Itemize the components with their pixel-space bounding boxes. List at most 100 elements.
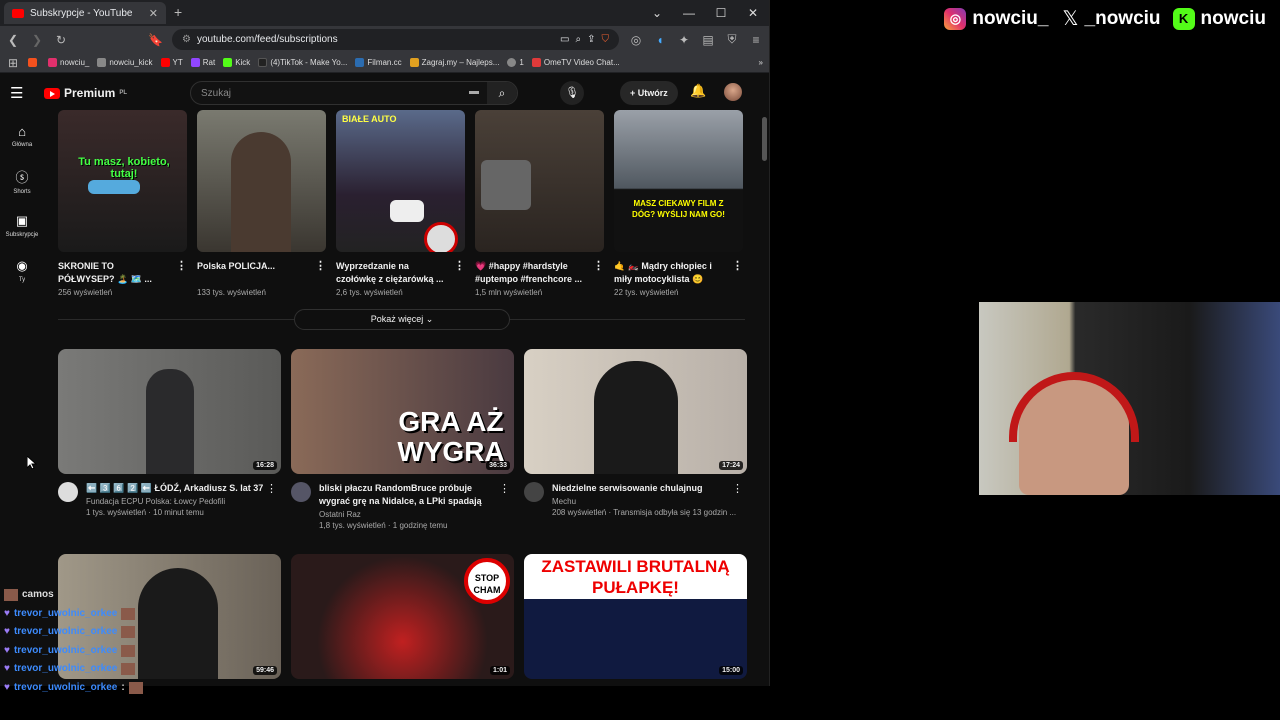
site-info-icon[interactable]: ⚙ bbox=[182, 34, 191, 45]
bookmark-item[interactable]: OmeTV Video Chat... bbox=[531, 58, 620, 67]
short-card[interactable]: Tu masz, kobieto, tutaj! SKRONIE TO PÓŁW… bbox=[58, 110, 187, 297]
video-card[interactable]: 16:28 ⬅️ 3️⃣ 6️⃣ 2️⃣ ⬅️ ŁÓDŹ, Arkadiusz … bbox=[58, 349, 281, 530]
security-icon[interactable]: ⛨ bbox=[725, 32, 739, 47]
short-thumbnail[interactable]: Tu masz, kobieto, tutaj! bbox=[58, 110, 187, 252]
vpn-icon[interactable]: ◎ bbox=[629, 33, 643, 47]
short-card[interactable]: MASZ CIEKAWY FILM Z DÓG? WYŚLIJ NAM GO! … bbox=[614, 110, 743, 297]
shield-icon[interactable]: ⛉ bbox=[602, 34, 610, 45]
bookmark-item[interactable]: nowciu_kick bbox=[97, 58, 153, 67]
more-bookmarks-icon[interactable]: » bbox=[759, 58, 763, 67]
menu-icon[interactable]: ≡ bbox=[749, 33, 763, 47]
video-row: 59:46 STOP CHAM 1:01 ZASTAWILI BRUTALNĄ … bbox=[58, 554, 747, 679]
more-options-icon[interactable]: ⋮ bbox=[732, 482, 743, 495]
video-text: Niedzielne serwisowanie chulajnug Mechu … bbox=[552, 482, 747, 517]
more-options-icon[interactable]: ⋮ bbox=[454, 260, 465, 273]
tab-bar: Subskrypcje - YouTube ✕ + ⌄ — ☐ ✕ bbox=[0, 0, 769, 26]
bell-icon[interactable]: 🔔 bbox=[690, 83, 706, 99]
short-thumbnail[interactable]: BIAŁE AUTO bbox=[336, 110, 465, 252]
more-options-icon[interactable]: ⋮ bbox=[593, 260, 604, 273]
share-icon[interactable]: ⇪ bbox=[587, 34, 595, 45]
bookmark-item[interactable]: YT bbox=[160, 58, 183, 67]
avatar[interactable] bbox=[724, 83, 742, 101]
sidebar-item-shorts[interactable]: ⓢ Shorts bbox=[0, 158, 44, 203]
thumbnail-overlay-text: BIAŁE AUTO bbox=[342, 114, 397, 124]
channel-name[interactable]: Fundacja ECPU Polska: Łowcy Pedofili bbox=[86, 497, 281, 506]
video-thumbnail[interactable]: GRA AŻ WYGRA 36:33 bbox=[291, 349, 514, 474]
chevron-down-icon[interactable]: ⌄ bbox=[641, 0, 673, 26]
more-options-icon[interactable]: ⋮ bbox=[499, 482, 510, 495]
channel-avatar[interactable] bbox=[291, 482, 311, 502]
short-thumbnail[interactable] bbox=[475, 110, 604, 252]
apps-grid-icon[interactable]: ⊞ bbox=[6, 56, 20, 70]
maximize-button[interactable]: ☐ bbox=[705, 0, 737, 26]
bookmark-item[interactable]: Zagraj.my – Najleps... bbox=[409, 58, 499, 67]
show-more-button[interactable]: Pokaż więcej ⌄ bbox=[294, 309, 510, 330]
microphone-icon[interactable]: 🎙 bbox=[560, 81, 584, 105]
sidebar-icon[interactable]: ▤ bbox=[701, 33, 715, 47]
youtube-logo[interactable]: Premium PL bbox=[44, 86, 127, 100]
cast-icon[interactable]: ▭ bbox=[560, 34, 569, 45]
video-title[interactable]: ⬅️ 3️⃣ 6️⃣ 2️⃣ ⬅️ ŁÓDŹ, Arkadiusz S. lat… bbox=[86, 482, 281, 495]
heart-icon: ♥ bbox=[4, 626, 10, 637]
close-window-button[interactable]: ✕ bbox=[737, 0, 769, 26]
bookmark-icon[interactable]: 🔖 bbox=[148, 33, 163, 47]
extensions-icon[interactable]: ✦ bbox=[677, 33, 691, 47]
wallet-icon[interactable]: ◖ bbox=[653, 33, 667, 47]
stop-sign-image bbox=[424, 222, 458, 252]
bookmark-item[interactable]: (4)TikTok - Make Yo... bbox=[258, 58, 347, 67]
sidebar-item-home[interactable]: ⌂ Główna bbox=[0, 113, 44, 158]
more-options-icon[interactable]: ⋮ bbox=[315, 260, 326, 273]
new-tab-button[interactable]: + bbox=[174, 4, 182, 20]
channel-name[interactable]: Mechu bbox=[552, 497, 747, 506]
bookmark-item[interactable] bbox=[28, 58, 40, 67]
more-options-icon[interactable]: ⋮ bbox=[266, 482, 277, 495]
video-card[interactable]: 17:24 Niedzielne serwisowanie chulajnug … bbox=[524, 349, 747, 530]
more-options-icon[interactable]: ⋮ bbox=[732, 260, 743, 273]
short-card[interactable]: Polska POLICJA... ⋮ 133 tys. wyświetleń bbox=[197, 110, 326, 297]
more-options-icon[interactable]: ⋮ bbox=[176, 260, 187, 273]
forward-icon[interactable]: ❯ bbox=[30, 33, 44, 47]
short-card[interactable]: BIAŁE AUTO Wyprzedzanie na czołówkę z ci… bbox=[336, 110, 465, 297]
bookmark-item[interactable]: 1 bbox=[507, 58, 524, 67]
create-button[interactable]: + Utwórz bbox=[620, 81, 678, 105]
bookmark-item[interactable]: nowciu_ bbox=[48, 58, 89, 67]
short-card[interactable]: 💗 #happy #hardstyle #uptempo #frenchcore… bbox=[475, 110, 604, 297]
emote-icon bbox=[121, 626, 136, 639]
reload-icon[interactable]: ↻ bbox=[54, 33, 68, 47]
video-card[interactable]: GRA AŻ WYGRA 36:33 bliski płaczu RandomB… bbox=[291, 349, 514, 530]
video-thumbnail[interactable]: 17:24 bbox=[524, 349, 747, 474]
video-card[interactable]: ZASTAWILI BRUTALNĄ PUŁAPKĘ! 15:00 bbox=[524, 554, 747, 679]
search-icon[interactable]: ⌕ bbox=[487, 82, 517, 104]
menu-icon[interactable]: ☰ bbox=[10, 84, 36, 102]
minimize-button[interactable]: — bbox=[673, 0, 705, 26]
browser-tab[interactable]: Subskrypcje - YouTube ✕ bbox=[4, 2, 166, 24]
video-thumbnail[interactable]: ZASTAWILI BRUTALNĄ PUŁAPKĘ! 15:00 bbox=[524, 554, 747, 679]
keyboard-icon[interactable]: ▬ bbox=[469, 86, 479, 97]
video-thumbnail[interactable]: 16:28 bbox=[58, 349, 281, 474]
channel-name[interactable]: Ostatni Raz bbox=[319, 510, 514, 519]
sidebar-item-you[interactable]: ◉ Ty bbox=[0, 248, 44, 293]
scrollbar[interactable] bbox=[762, 117, 767, 161]
search-input[interactable]: Szukaj ▬ ⌕ bbox=[190, 81, 518, 105]
short-thumbnail[interactable]: MASZ CIEKAWY FILM Z DÓG? WYŚLIJ NAM GO! bbox=[614, 110, 743, 252]
channel-avatar[interactable] bbox=[58, 482, 78, 502]
chat-username: trevor_uwolnic_orkee bbox=[13, 663, 118, 674]
bookmark-item[interactable]: Filman.cc bbox=[355, 58, 402, 67]
back-icon[interactable]: ❮ bbox=[6, 33, 20, 47]
video-title[interactable]: Niedzielne serwisowanie chulajnug bbox=[552, 482, 747, 495]
video-card[interactable]: STOP CHAM 1:01 bbox=[291, 554, 514, 679]
video-text: bliski płaczu RandomBruce próbuje wygrać… bbox=[319, 482, 514, 530]
sidebar-item-subscriptions[interactable]: ▣ Subskrypcje bbox=[0, 203, 44, 248]
video-thumbnail[interactable]: STOP CHAM 1:01 bbox=[291, 554, 514, 679]
address-bar[interactable]: ⚙ youtube.com/feed/subscriptions ▭ ⌕ ⇪ ⛉ bbox=[172, 29, 619, 50]
zoom-icon[interactable]: ⌕ bbox=[576, 34, 582, 45]
short-thumbnail[interactable] bbox=[197, 110, 326, 252]
close-tab-icon[interactable]: ✕ bbox=[149, 7, 158, 20]
bookmark-item[interactable]: Kick bbox=[223, 58, 250, 67]
video-title[interactable]: bliski płaczu RandomBruce próbuje wygrać… bbox=[319, 482, 514, 508]
channel-avatar[interactable] bbox=[524, 482, 544, 502]
bookmark-item[interactable]: Rat bbox=[190, 58, 215, 67]
navigation-toolbar: ❮ ❯ ↻ 🔖 ⚙ youtube.com/feed/subscriptions… bbox=[0, 26, 769, 53]
webcam-feed bbox=[979, 302, 1280, 495]
short-title: SKRONIE TO PÓŁWYSEP? 🏝️ 🗺️ ... ⋮ bbox=[58, 260, 187, 284]
